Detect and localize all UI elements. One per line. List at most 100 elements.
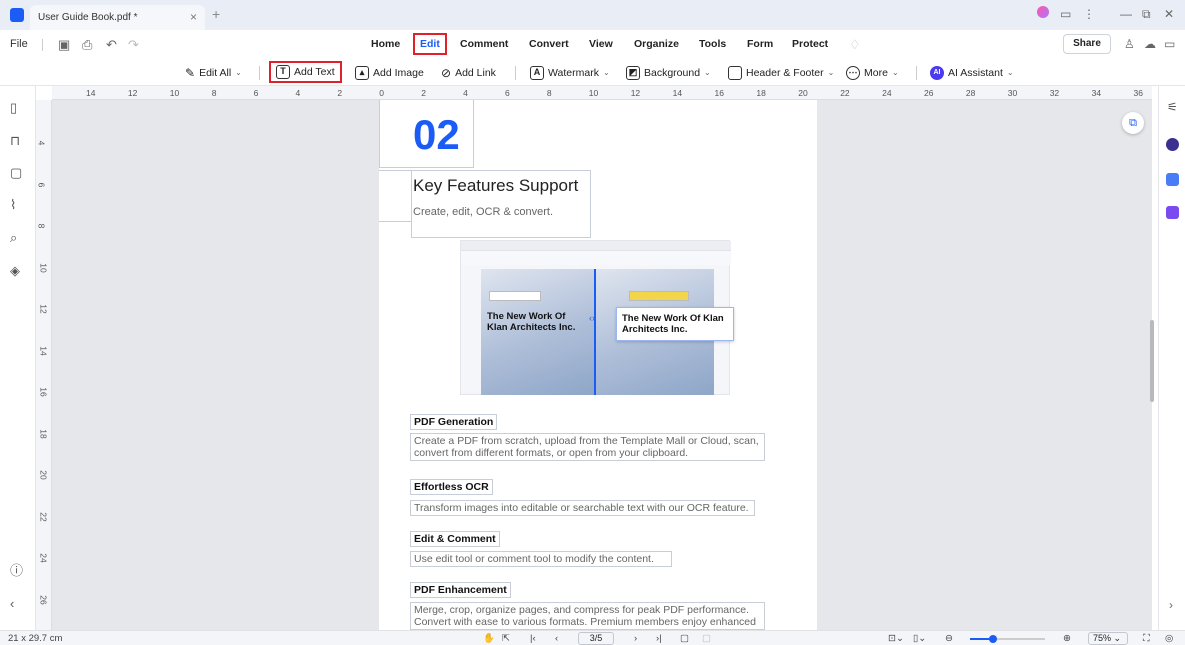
page-size: 21 x 29.7 cm	[8, 633, 63, 644]
pdf-page[interactable]: 02 Key Features Support Create, edit, OC…	[379, 100, 817, 630]
hand-tool-icon[interactable]: ✋	[483, 633, 495, 644]
share-button[interactable]: Share	[1063, 34, 1111, 54]
collapse-sidebar-icon[interactable]: ‹	[10, 596, 14, 611]
select-tool-icon[interactable]: ⇱	[502, 633, 510, 644]
redo-icon[interactable]: ↷	[128, 37, 139, 53]
page-number[interactable]: 02	[413, 111, 460, 159]
tab-protect[interactable]: Protect	[792, 38, 828, 50]
avatar-icon[interactable]	[1037, 6, 1049, 21]
expand-sidebar-icon[interactable]: ›	[1169, 598, 1173, 612]
feature-description[interactable]: Create a PDF from scratch, upload from t…	[410, 433, 765, 461]
attachment-icon[interactable]: ⌇	[10, 197, 16, 213]
feature-heading[interactable]: PDF Enhancement	[410, 582, 511, 598]
zoom-out-icon[interactable]: ⊖	[945, 633, 953, 644]
header-footer-button[interactable]: Header & Footer ⌄	[728, 63, 834, 82]
vertical-scrollbar[interactable]	[1150, 320, 1154, 402]
edit-all-label: Edit All	[199, 66, 232, 79]
message-icon[interactable]: ▭	[1060, 7, 1071, 21]
minimize-icon[interactable]: —	[1120, 7, 1132, 21]
first-page-icon[interactable]: |‹	[530, 633, 536, 644]
text-box-icon: T	[276, 65, 290, 79]
app-logo-icon	[10, 8, 24, 22]
file-menu[interactable]: File	[10, 38, 28, 50]
page-thumbnail-icon[interactable]: ▯	[10, 100, 17, 116]
close-tab-icon[interactable]: ×	[190, 10, 197, 24]
bookmark-icon[interactable]: ⊓	[10, 133, 20, 149]
zoom-slider-handle[interactable]	[988, 635, 997, 643]
save-icon[interactable]: ▣	[58, 37, 70, 53]
print-icon[interactable]: ⎙	[82, 37, 92, 53]
restore-icon[interactable]: ⧉	[1142, 7, 1151, 22]
zoom-slider[interactable]	[970, 635, 1045, 643]
more-options-icon[interactable]: ⋮	[1083, 7, 1095, 21]
ruler-tick: 14	[86, 88, 96, 98]
add-text-button[interactable]: T Add Text	[269, 61, 342, 83]
undo-icon[interactable]: ↶	[106, 37, 117, 53]
panel-icon[interactable]: ▭	[1164, 37, 1175, 51]
help-icon[interactable]: ⓘ	[10, 560, 23, 579]
lightbulb-icon[interactable]: ♢	[849, 37, 861, 53]
right-sidebar: ⚟ ›	[1158, 86, 1185, 630]
ruler-tick: 26	[38, 594, 49, 605]
check-icon[interactable]	[1166, 206, 1179, 219]
tab-convert[interactable]: Convert	[529, 38, 569, 50]
feature-description[interactable]: Transform images into editable or search…	[410, 500, 755, 516]
page-number-input[interactable]: 3/5	[578, 632, 614, 645]
ruler-tick: 2	[421, 88, 426, 98]
tab-comment[interactable]: Comment	[460, 38, 508, 50]
fit-icon[interactable]: ⊡⌄	[888, 633, 904, 644]
search-icon[interactable]: ⌕	[10, 230, 17, 246]
document-tab[interactable]: User Guide Book.pdf * ×	[30, 5, 205, 30]
properties-icon[interactable]: ⚟	[1167, 100, 1178, 114]
tab-form[interactable]: Form	[747, 38, 773, 50]
ruler-tick: 4	[463, 88, 468, 98]
add-image-button[interactable]: ▴ Add Image	[355, 63, 424, 82]
tab-tools[interactable]: Tools	[699, 38, 726, 50]
feature-heading[interactable]: Edit & Comment	[410, 531, 500, 547]
screenshot-heading-right: The New Work Of Klan Architects Inc.	[622, 313, 724, 335]
layers-icon[interactable]: ◈	[10, 263, 20, 279]
add-link-button[interactable]: ⊘ Add Link	[441, 63, 496, 82]
add-image-label: Add Image	[373, 66, 424, 79]
background-button[interactable]: ◩ Background ⌄	[626, 63, 711, 82]
feature-heading[interactable]: PDF Generation	[410, 414, 498, 430]
translate-float-button[interactable]: ⧉	[1122, 112, 1144, 134]
tab-home[interactable]: Home	[371, 38, 400, 50]
section-subtitle[interactable]: Create, edit, OCR & convert.	[413, 206, 553, 218]
chevron-down-icon: ⌄	[704, 68, 711, 77]
section-title[interactable]: Key Features Support	[413, 176, 578, 196]
more-dots-icon: ⋯	[846, 65, 860, 80]
more-label: More	[864, 66, 888, 79]
zoom-level-select[interactable]: 75% ⌄	[1088, 632, 1128, 645]
more-button[interactable]: ⋯ More ⌄	[846, 63, 899, 82]
ai-chat-icon[interactable]	[1166, 138, 1179, 151]
single-page-icon[interactable]: ▢	[680, 633, 689, 644]
dual-page-icon[interactable]: ▢	[702, 633, 711, 644]
tab-view[interactable]: View	[589, 38, 613, 50]
feature-description[interactable]: Use edit tool or comment tool to modify …	[410, 551, 672, 567]
next-page-icon[interactable]: ›	[634, 633, 637, 644]
tab-edit[interactable]: Edit	[413, 33, 447, 55]
zoom-in-icon[interactable]: ⊕	[1063, 633, 1071, 644]
product-screenshot-image[interactable]: The New Work Of Klan Architects Inc. ‹› …	[460, 240, 734, 395]
new-tab-button[interactable]: +	[212, 6, 220, 22]
cloud-icon[interactable]: ☁	[1144, 37, 1156, 51]
layout-icon[interactable]: ▯⌄	[913, 633, 926, 644]
settings-icon[interactable]: ◎	[1165, 633, 1173, 644]
comment-icon[interactable]: ▢	[10, 165, 22, 181]
edit-pen-icon: ✎	[185, 65, 196, 80]
previous-page-icon[interactable]: ‹	[555, 633, 558, 644]
feature-description[interactable]: Merge, crop, organize pages, and compres…	[410, 602, 765, 630]
ai-assistant-button[interactable]: AI AI Assistant ⌄	[930, 63, 1014, 82]
edit-all-button[interactable]: ✎ Edit All ⌄	[185, 63, 242, 82]
last-page-icon[interactable]: ›|	[656, 633, 662, 644]
translate-icon[interactable]	[1166, 173, 1179, 186]
people-icon[interactable]: ♙	[1124, 37, 1135, 51]
tab-organize[interactable]: Organize	[634, 38, 679, 50]
close-window-icon[interactable]: ✕	[1164, 7, 1174, 21]
left-sidebar: ▯ ⊓ ▢ ⌇ ⌕ ◈ ⓘ ‹	[0, 86, 36, 630]
feature-heading[interactable]: Effortless OCR	[410, 479, 493, 495]
ruler-tick: 6	[505, 88, 510, 98]
fullscreen-icon[interactable]: ⛶	[1143, 633, 1150, 644]
watermark-button[interactable]: A Watermark ⌄	[530, 63, 610, 82]
